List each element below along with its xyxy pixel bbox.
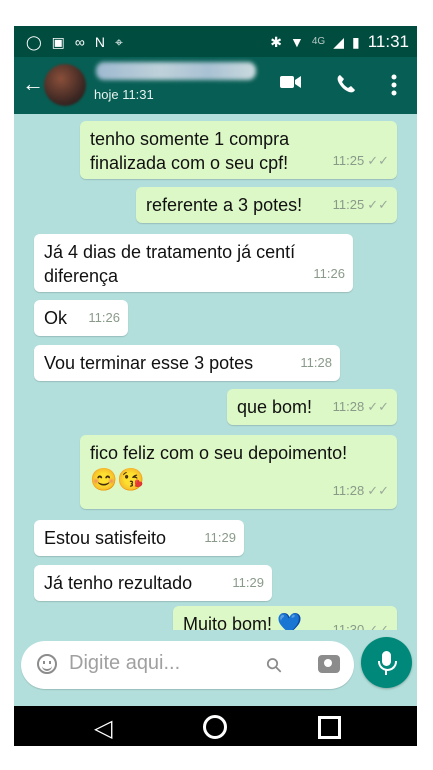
phone-screen: ◯ ▣ ∞ N ⌖ ✱ ▼ 4G ◢ ▮ 11:31 ← hoje 11:31 [14,26,417,746]
more-options-icon[interactable] [391,74,397,101]
last-seen: hoje 11:31 [94,87,154,102]
video-call-icon[interactable] [280,74,302,95]
message-time: 11:29 [204,530,236,545]
message-meta: 11:25 ✓✓ [333,149,389,173]
message-time: 11:26 [88,310,120,325]
emoji-icon[interactable] [37,654,57,674]
message-meta: 11:26 [313,262,345,286]
back-arrow-icon[interactable]: ← [22,71,44,97]
status-bar: ◯ ▣ ∞ N ⌖ ✱ ▼ 4G ◢ ▮ 11:31 [14,26,417,57]
message-meta: 11:29 [204,526,236,550]
message-bubble[interactable]: Já tenho rezultado 11:29 [34,565,272,601]
read-receipt-icon: ✓✓ [367,399,389,414]
message-meta: 11:28 ✓✓ [333,479,389,503]
message-text: fico feliz com o seu depoimento! [90,443,348,463]
message-time: 11:28 [332,399,365,414]
message-text: Já 4 dias de tratamento já centí diferen… [44,242,296,286]
message-text: Vou terminar esse 3 potes [44,353,254,373]
message-bubble[interactable]: Estou satisfeito 11:29 [34,520,244,556]
message-text: que bom! [237,397,313,417]
wifi-icon: ▼ [290,33,304,50]
camera-icon[interactable] [318,655,340,673]
message-time: 11:25 [332,153,365,168]
message-time: 11:28 [332,483,365,498]
message-meta: 11:28 [300,351,332,375]
n-icon: N [94,33,106,50]
network-type: 4G [311,36,326,47]
message-bubble[interactable]: que bom! 11:28 ✓✓ [227,389,397,425]
nav-home-icon[interactable] [203,715,227,739]
message-text: referente a 3 potes! [146,195,303,215]
read-receipt-icon: ✓✓ [367,153,389,168]
message-bubble[interactable]: Vou terminar esse 3 potes 11:28 [34,345,340,381]
image-icon: ▣ [51,33,65,50]
alarm-icon: ⌖ [115,33,123,50]
message-time: 11:26 [313,266,345,281]
message-bubble[interactable]: referente a 3 potes! 11:25 ✓✓ [136,187,397,223]
message-time: 11:28 [300,355,332,370]
attachment-icon[interactable]: ⚲ [260,651,288,679]
contact-avatar[interactable] [44,64,86,106]
voicemail-icon: ∞ [74,33,85,50]
message-bubble[interactable]: fico feliz com o seu depoimento! 😊😘 11:2… [80,435,397,509]
read-receipt-icon: ✓✓ [367,483,389,498]
android-nav-bar: ◁ [14,706,417,746]
message-meta: 11:28 ✓✓ [333,395,389,419]
message-meta: 11:25 ✓✓ [333,193,389,217]
message-emoji: 😊😘 [90,467,145,492]
message-time: 11:25 [332,197,365,212]
signal-icon: ◢ [333,33,344,50]
message-bubble[interactable]: tenho somente 1 compra finalizada com o … [80,121,397,179]
contact-name-blurred[interactable] [96,62,256,80]
battery-icon: ▮ [352,33,360,50]
message-time: 11:29 [232,575,264,590]
chat-header: ← hoje 11:31 [14,57,417,114]
nav-back-icon[interactable]: ◁ [94,714,112,743]
message-text: tenho somente 1 compra finalizada com o … [90,129,290,173]
microphone-button[interactable] [361,637,412,688]
message-input-placeholder[interactable]: Digite aqui... [69,652,180,675]
message-bubble[interactable]: Ok 11:26 [34,300,128,336]
composer-bar: Digite aqui... ⚲ [14,630,417,706]
message-meta: 11:29 [232,571,264,595]
message-text: Estou satisfeito [44,528,167,548]
clock: 11:31 [367,31,409,51]
phone-call-icon[interactable] [336,74,356,99]
read-receipt-icon: ✓✓ [367,197,389,212]
nav-recents-icon[interactable] [318,716,341,739]
message-meta: 11:26 [88,306,120,330]
message-text: Ok [44,308,68,328]
microphone-icon [385,670,387,675]
message-text: Já tenho rezultado [44,573,193,593]
message-bubble[interactable]: Já 4 dias de tratamento já centí diferen… [34,234,353,292]
message-list[interactable]: tenho somente 1 compra finalizada com o … [14,114,417,648]
whatsapp-icon: ◯ [26,33,42,50]
bluetooth-icon: ✱ [270,33,283,50]
message-input[interactable]: Digite aqui... ⚲ [21,641,354,689]
